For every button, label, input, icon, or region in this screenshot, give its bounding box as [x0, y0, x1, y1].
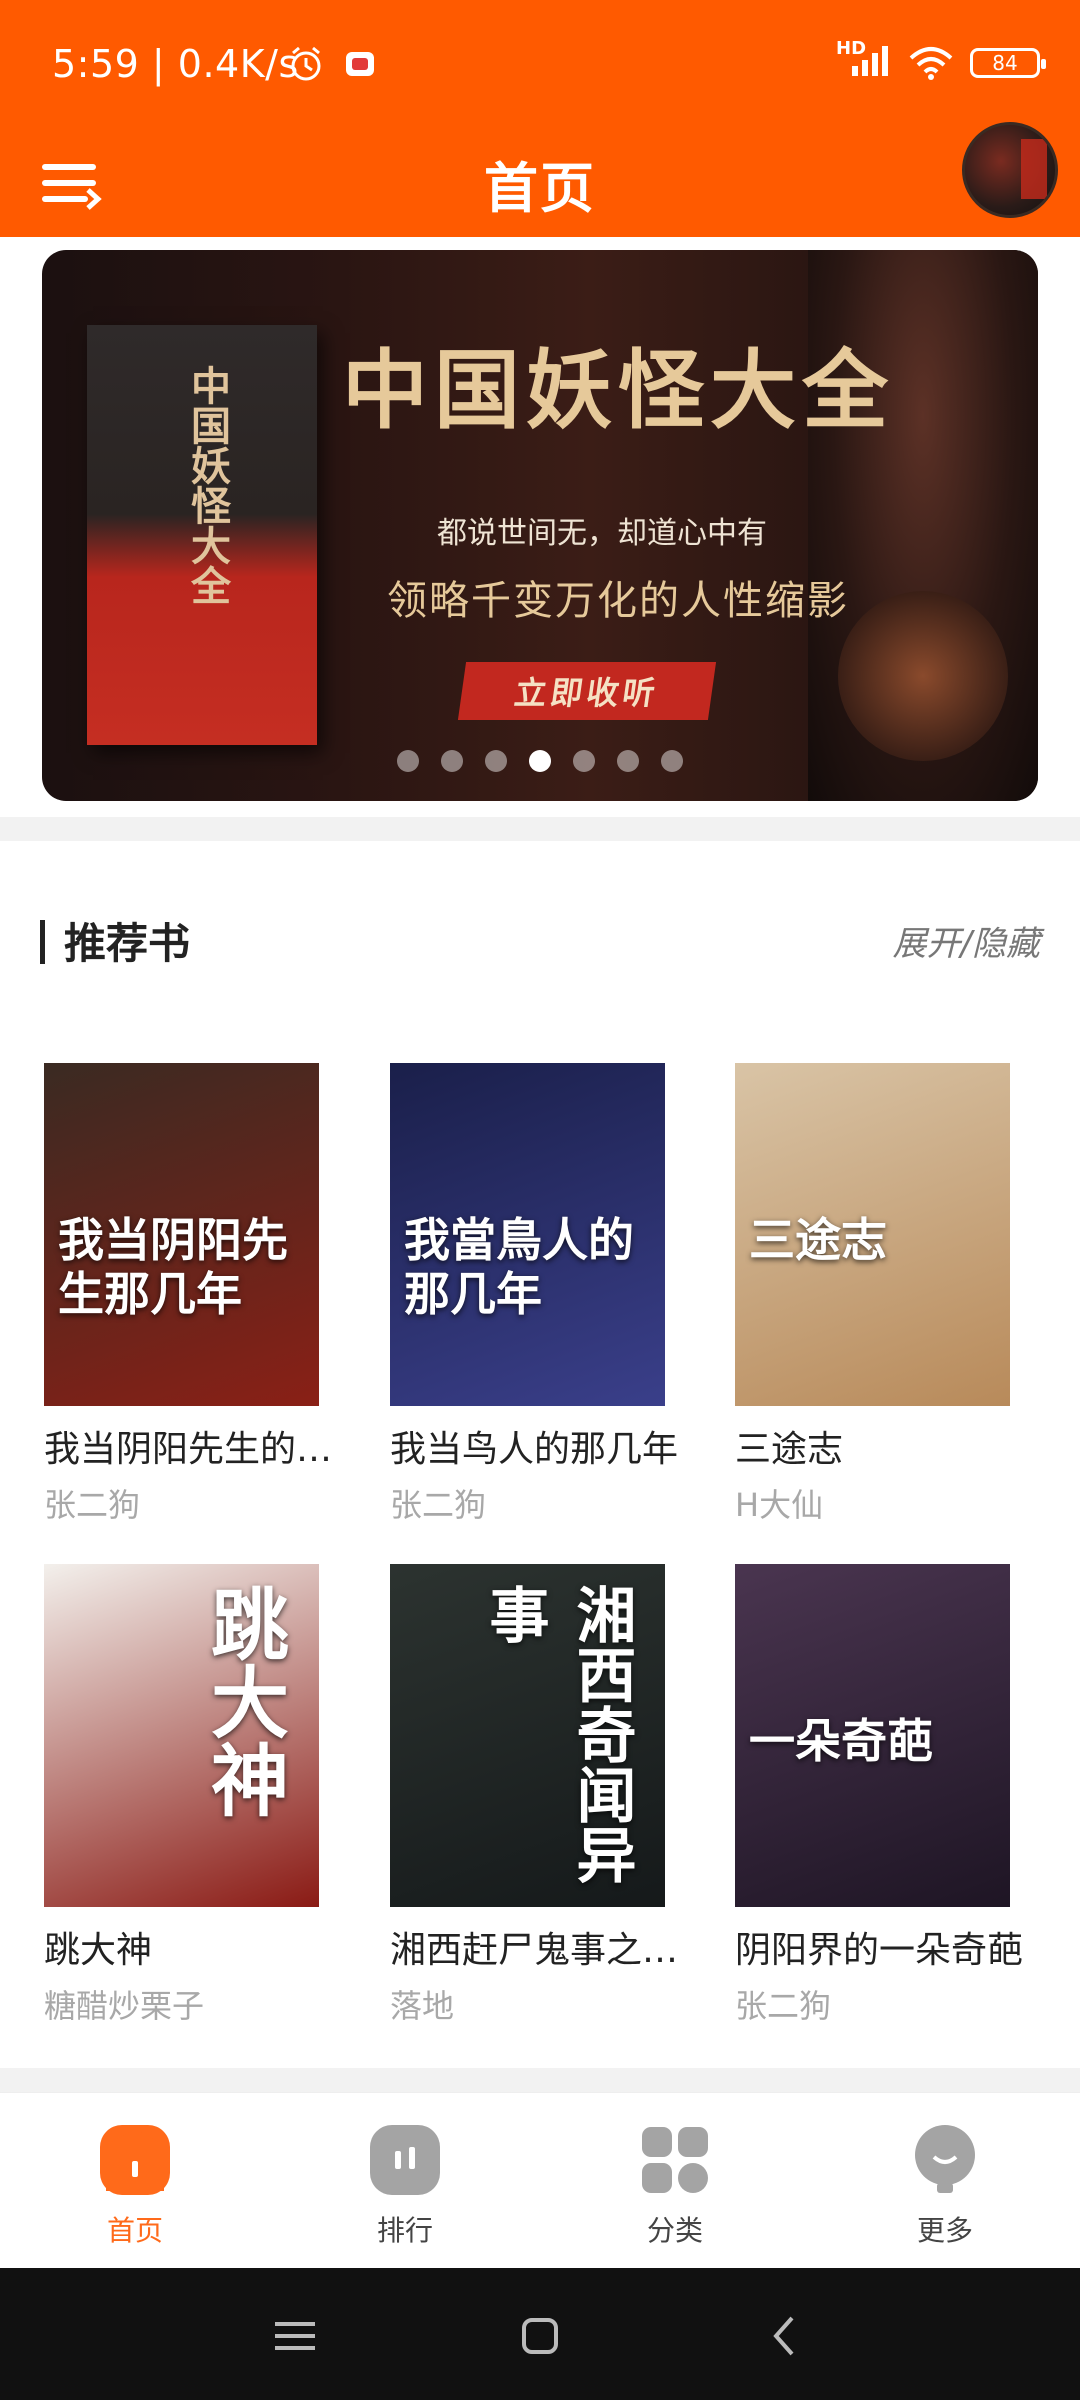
book-cover[interactable]: 三途志	[735, 1063, 1010, 1406]
tab-label: 更多	[916, 2214, 973, 2247]
book-author: 张二狗	[44, 1486, 141, 1524]
bottom-divider	[0, 2068, 1080, 2092]
carousel-dot[interactable]	[529, 750, 551, 772]
tab-ranking[interactable]: 排行	[270, 2093, 540, 2268]
alarm-icon	[291, 46, 321, 81]
book-card[interactable]: 我当阴阳先生那几年我当阴阳先生的… 张二狗	[44, 1063, 344, 1526]
book-title[interactable]: 我当鸟人的那几年	[390, 1420, 690, 1472]
section-accent-bar	[40, 920, 45, 964]
banner-monster-art	[838, 591, 1008, 761]
page-title: 首页	[484, 157, 596, 220]
carousel-indicator	[42, 750, 1038, 772]
book-author: 落地	[390, 1987, 455, 2025]
tab-home[interactable]: 首页	[0, 2093, 270, 2268]
banner-book-cover: 中国妖怪大全	[87, 325, 317, 745]
tab-more[interactable]: 更多	[810, 2093, 1080, 2268]
expand-collapse-toggle[interactable]: 展开/隐藏	[893, 916, 1040, 965]
status-bar: 5:59 | 0.4K/s HD 84	[0, 0, 1080, 130]
carousel-dot[interactable]	[485, 750, 507, 772]
book-cover[interactable]: 我當鳥人的那几年	[390, 1063, 665, 1406]
tab-label: 分类	[646, 2214, 703, 2247]
carousel-dot[interactable]	[661, 750, 683, 772]
book-cover-title: 我當鳥人的那几年	[404, 1213, 634, 1321]
app-bar: 首页	[0, 122, 1080, 237]
hd-text: HD	[836, 38, 867, 59]
carousel-dot[interactable]	[573, 750, 595, 772]
carousel-dot[interactable]	[397, 750, 419, 772]
battery-level: 84	[992, 51, 1018, 75]
book-title[interactable]: 我当阴阳先生的…	[44, 1420, 344, 1472]
book-cover-title: 一朵奇葩	[749, 1714, 933, 1768]
category-icon	[640, 2125, 710, 2195]
book-card[interactable]: 跳大神 跳大神 糖醋炒栗子	[44, 1564, 344, 2027]
book-title[interactable]: 湘西赶尸鬼事之…	[390, 1921, 690, 1973]
carousel-dot[interactable]	[441, 750, 463, 772]
book-author: 张二狗	[735, 1987, 832, 2025]
book-cover[interactable]: 跳大神	[44, 1564, 319, 1907]
recents-menu-icon[interactable]	[265, 2306, 325, 2366]
system-navigation-bar	[0, 2268, 1080, 2400]
banner-book-title: 中国妖怪大全	[184, 365, 231, 605]
listen-now-button[interactable]: 立即收听	[457, 662, 717, 720]
bottom-tab-bar: 首页 排行 分类 更多	[0, 2092, 1080, 2267]
book-cover[interactable]: 一朵奇葩	[735, 1564, 1010, 1907]
status-notification-icons	[286, 44, 380, 84]
book-card[interactable]: 三途志 三途志 H大仙	[735, 1063, 1035, 1526]
banner-headline: 中国妖怪大全	[342, 340, 894, 441]
recommended-section-header: 推荐书 展开/隐藏	[0, 900, 1080, 980]
tab-category[interactable]: 分类	[540, 2093, 810, 2268]
hd-label: HD	[836, 38, 892, 82]
book-cover-title: 三途志	[749, 1213, 887, 1267]
book-cover-title: 湘西奇闻异事	[479, 1584, 636, 1884]
app-notification-icon	[346, 52, 374, 76]
home-icon	[100, 2125, 170, 2195]
book-cover-title: 我当阴阳先生那几年	[58, 1213, 288, 1321]
book-author: 糖醋炒栗子	[44, 1987, 205, 2025]
book-author: H大仙	[735, 1486, 824, 1524]
tab-label: 首页	[106, 2214, 163, 2247]
banner-carousel[interactable]: 中国妖怪大全 中国妖怪大全 都说世间无，却道心中有 领略千变万化的人性缩影 立即…	[42, 250, 1038, 801]
tab-label: 排行	[376, 2214, 433, 2247]
book-author: 张二狗	[390, 1486, 487, 1524]
book-cover[interactable]: 湘西奇闻异事	[390, 1564, 665, 1907]
book-cover-title: 跳大神	[198, 1584, 289, 1818]
book-card[interactable]: 我當鳥人的那几年我当鸟人的那几年张二狗	[390, 1063, 690, 1526]
back-icon[interactable]	[756, 2306, 816, 2366]
book-cover[interactable]: 我当阴阳先生那几年	[44, 1063, 319, 1406]
wifi-icon	[909, 47, 953, 80]
book-title[interactable]: 阴阳界的一朵奇葩	[735, 1921, 1035, 1973]
more-icon	[910, 2125, 980, 2195]
ranking-icon	[370, 2125, 440, 2195]
book-card[interactable]: 一朵奇葩阴阳界的一朵奇葩张二狗	[735, 1564, 1035, 2027]
book-card[interactable]: 湘西奇闻异事湘西赶尸鬼事之… 落地	[390, 1564, 690, 2027]
status-right: HD 84	[836, 38, 1046, 82]
book-title[interactable]: 跳大神	[44, 1921, 344, 1973]
banner-tagline: 领略千变万化的人性缩影	[387, 578, 849, 624]
section-title: 推荐书	[64, 919, 191, 968]
book-title[interactable]: 三途志	[735, 1420, 1035, 1472]
avatar[interactable]	[962, 122, 1058, 218]
status-time: 5:59 | 0.4K/s	[52, 42, 299, 86]
banner-subline: 都说世间无，却道心中有	[437, 516, 767, 551]
carousel-dot[interactable]	[617, 750, 639, 772]
home-button-icon[interactable]	[510, 2306, 570, 2366]
section-divider	[0, 817, 1080, 841]
battery-icon: 84	[970, 48, 1046, 78]
